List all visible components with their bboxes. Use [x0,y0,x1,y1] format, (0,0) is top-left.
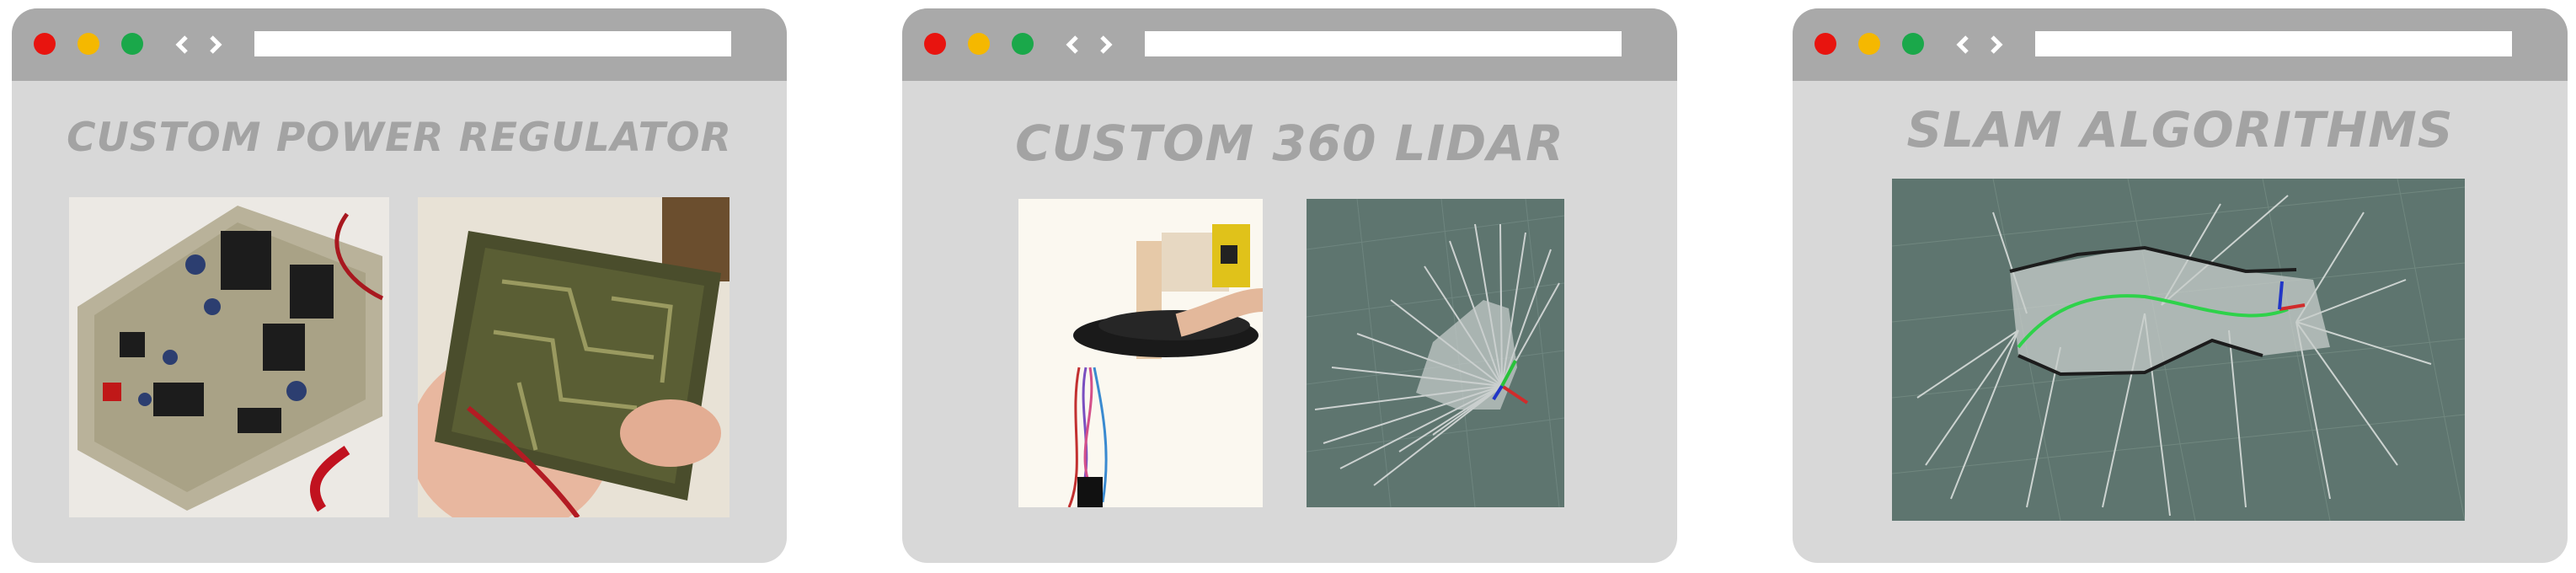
window-titlebar [12,8,787,81]
chevron-right-icon[interactable] [1986,35,2007,55]
window-title: SLAM ALGORITHMS [1906,101,2454,158]
address-bar[interactable] [1145,31,1622,56]
slam-map-visualization [1892,179,2465,521]
address-bar[interactable] [2035,31,2512,56]
power-regulator-board-photo [69,197,389,517]
lidar-hardware-photo [1018,199,1263,507]
browser-window-power-regulator: CUSTOM POWER REGULATOR [12,8,787,563]
chevron-left-icon[interactable] [1062,35,1082,55]
chevron-right-icon[interactable] [1096,35,1116,55]
close-button[interactable] [924,33,946,55]
window-title: CUSTOM POWER REGULATOR [67,115,732,161]
chevron-left-icon[interactable] [172,35,192,55]
maximize-button[interactable] [1902,33,1924,55]
address-bar[interactable] [254,31,731,56]
window-titlebar [902,8,1677,81]
minimize-button[interactable] [77,33,99,55]
browser-window-lidar: CUSTOM 360 LIDAR [902,8,1677,563]
chevron-right-icon[interactable] [206,35,226,55]
pcb-underside-photo [418,197,730,517]
minimize-button[interactable] [1858,33,1880,55]
window-title: CUSTOM 360 LIDAR [1015,115,1564,172]
lidar-scan-visualization [1307,199,1564,507]
chevron-left-icon[interactable] [1953,35,1973,55]
close-button[interactable] [34,33,56,55]
window-titlebar [1793,8,2568,81]
browser-window-slam: SLAM ALGORITHMS [1793,8,2568,563]
close-button[interactable] [1814,33,1836,55]
maximize-button[interactable] [1012,33,1034,55]
minimize-button[interactable] [968,33,990,55]
maximize-button[interactable] [121,33,143,55]
